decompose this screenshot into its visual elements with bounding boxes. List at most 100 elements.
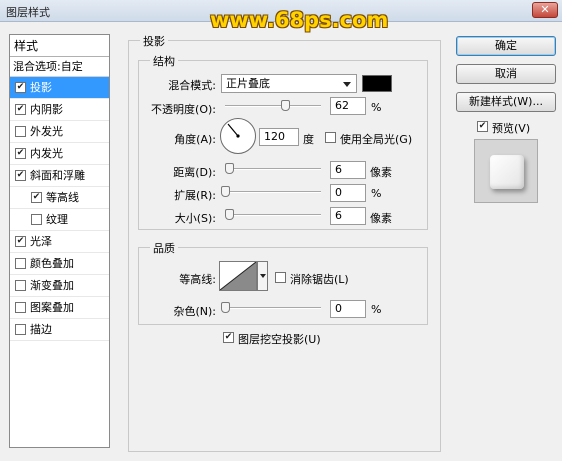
distance-slider[interactable]	[224, 163, 321, 175]
style-item-color-overlay[interactable]: 颜色叠加	[10, 253, 109, 275]
styles-list: 样式 混合选项:自定 ✔ 投影 ✔ 内阴影 外发光 ✔ 内发光 ✔ 斜面和浮雕 …	[9, 34, 110, 448]
drop-shadow-group-title: 投影	[140, 33, 168, 49]
opacity-input[interactable]: 62	[330, 97, 366, 115]
style-item-label: 图案叠加	[30, 301, 74, 314]
styles-header[interactable]: 样式	[10, 35, 109, 57]
opacity-slider-thumb[interactable]	[280, 100, 290, 111]
distance-slider-thumb[interactable]	[224, 163, 234, 174]
blend-mode-label: 混合模式:	[168, 79, 216, 92]
size-slider-thumb[interactable]	[224, 209, 234, 220]
spread-unit: %	[371, 187, 382, 200]
size-unit: 像素	[370, 212, 392, 225]
contour-linear-icon	[220, 262, 256, 290]
size-input[interactable]: 6	[330, 207, 366, 225]
style-item-label: 等高线	[46, 191, 79, 204]
spread-slider[interactable]	[221, 186, 321, 198]
style-item-label: 内发光	[30, 147, 63, 160]
preview-label[interactable]: 预览(V)	[492, 120, 530, 136]
style-item-inner-shadow[interactable]: ✔ 内阴影	[10, 99, 109, 121]
new-style-button[interactable]: 新建样式(W)...	[456, 92, 556, 112]
style-item-label: 光泽	[30, 235, 52, 248]
style-item-gradient-overlay[interactable]: 渐变叠加	[10, 275, 109, 297]
global-light-checkbox[interactable]	[325, 132, 336, 143]
checkbox-icon[interactable]: ✔	[15, 82, 26, 93]
angle-label: 角度(A):	[174, 133, 216, 146]
spread-label: 扩展(R):	[174, 189, 216, 202]
opacity-slider-track	[225, 105, 321, 107]
preview-checkbox[interactable]: ✔	[477, 121, 488, 132]
checkbox-icon[interactable]	[15, 258, 26, 269]
checkbox-icon[interactable]: ✔	[15, 236, 26, 247]
checkbox-icon[interactable]	[15, 324, 26, 335]
knockout-checkbox[interactable]: ✔	[223, 332, 234, 343]
anti-alias-label[interactable]: 消除锯齿(L)	[290, 271, 349, 287]
preview-square	[490, 155, 524, 189]
checkbox-icon[interactable]: ✔	[15, 104, 26, 115]
blending-options-item[interactable]: 混合选项:自定	[10, 57, 109, 77]
anti-alias-checkbox[interactable]	[275, 272, 286, 283]
noise-slider[interactable]	[221, 302, 321, 314]
chevron-down-icon	[260, 274, 266, 278]
noise-slider-track	[225, 307, 321, 309]
noise-slider-thumb[interactable]	[221, 302, 230, 313]
opacity-unit: %	[371, 101, 382, 114]
checkbox-icon[interactable]	[15, 126, 26, 137]
window-title: 图层样式	[6, 6, 50, 19]
cancel-button[interactable]: 取消	[456, 64, 556, 84]
spread-input[interactable]: 0	[330, 184, 366, 202]
close-icon[interactable]: ✕	[532, 2, 558, 18]
style-item-label: 投影	[30, 81, 52, 94]
distance-unit: 像素	[370, 166, 392, 179]
opacity-label: 不透明度(O):	[151, 103, 216, 116]
style-item-label: 渐变叠加	[30, 279, 74, 292]
style-item-label: 纹理	[46, 213, 68, 226]
style-item-contour[interactable]: ✔ 等高线	[10, 187, 109, 209]
noise-label: 杂色(N):	[173, 305, 216, 318]
style-item-label: 外发光	[30, 125, 63, 138]
style-item-texture[interactable]: 纹理	[10, 209, 109, 231]
spread-slider-thumb[interactable]	[221, 186, 230, 197]
ok-button[interactable]: 确定	[456, 36, 556, 56]
size-label: 大小(S):	[174, 212, 216, 225]
style-item-satin[interactable]: ✔ 光泽	[10, 231, 109, 253]
angle-dial-needle-icon	[227, 123, 240, 138]
contour-dropdown[interactable]	[257, 261, 268, 291]
structure-group-title: 结构	[150, 53, 178, 69]
shadow-color-swatch[interactable]	[362, 75, 392, 92]
global-light-label[interactable]: 使用全局光(G)	[340, 131, 412, 147]
style-item-drop-shadow[interactable]: ✔ 投影	[10, 77, 109, 99]
distance-slider-track	[225, 168, 321, 170]
size-slider-track	[225, 214, 321, 216]
spread-slider-track	[225, 191, 321, 193]
style-item-label: 描边	[30, 323, 52, 336]
blend-mode-select[interactable]: 正片叠底	[221, 74, 357, 93]
angle-input[interactable]: 120	[259, 128, 299, 146]
size-slider[interactable]	[224, 209, 321, 221]
style-preview-thumbnail	[474, 139, 538, 203]
angle-unit: 度	[303, 133, 314, 146]
style-item-label: 内阴影	[30, 103, 63, 116]
contour-picker[interactable]	[219, 261, 257, 291]
distance-input[interactable]: 6	[330, 161, 366, 179]
checkbox-icon[interactable]: ✔	[31, 192, 42, 203]
checkbox-icon[interactable]	[31, 214, 42, 225]
contour-label: 等高线:	[179, 273, 216, 286]
style-item-outer-glow[interactable]: 外发光	[10, 121, 109, 143]
style-item-pattern-overlay[interactable]: 图案叠加	[10, 297, 109, 319]
style-item-bevel-emboss[interactable]: ✔ 斜面和浮雕	[10, 165, 109, 187]
checkbox-icon[interactable]	[15, 302, 26, 313]
checkbox-icon[interactable]: ✔	[15, 148, 26, 159]
angle-dial[interactable]	[220, 118, 256, 154]
chevron-down-icon	[343, 82, 351, 87]
blend-mode-value: 正片叠底	[226, 77, 270, 90]
style-item-inner-glow[interactable]: ✔ 内发光	[10, 143, 109, 165]
opacity-slider[interactable]	[225, 100, 321, 112]
noise-unit: %	[371, 303, 382, 316]
checkbox-icon[interactable]	[15, 280, 26, 291]
knockout-label[interactable]: 图层挖空投影(U)	[238, 331, 321, 347]
style-item-stroke[interactable]: 描边	[10, 319, 109, 341]
watermark: www.68ps.com	[210, 8, 389, 32]
noise-input[interactable]: 0	[330, 300, 366, 318]
checkbox-icon[interactable]: ✔	[15, 170, 26, 181]
style-item-label: 颜色叠加	[30, 257, 74, 270]
